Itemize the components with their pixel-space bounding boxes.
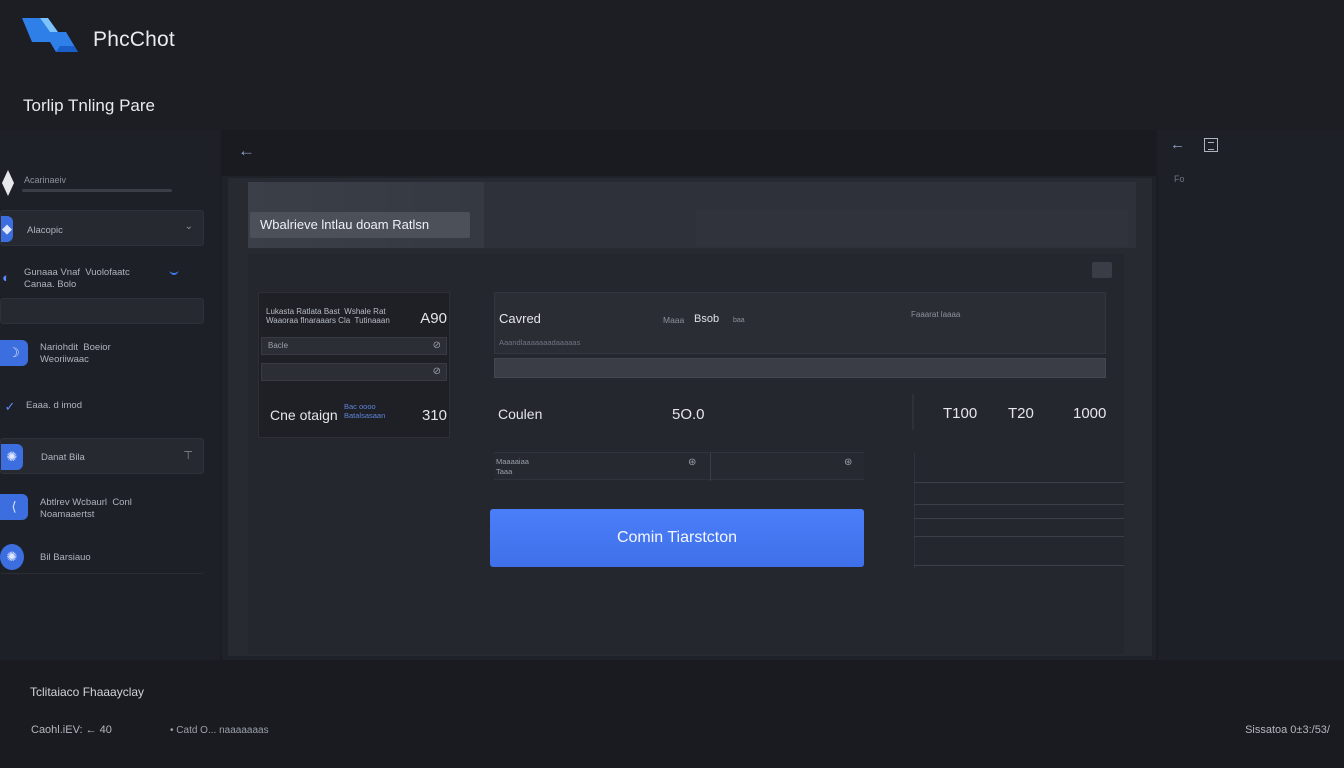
summary-row[interactable]: Bacle ⊘ — [261, 337, 447, 355]
sub-table-label: Maaaaiaa Taaa — [496, 457, 529, 476]
grid-line — [914, 565, 1124, 566]
right-panel-text: Fo — [1174, 174, 1185, 184]
sidebar-caption: Acarinaeiv — [24, 175, 67, 185]
sidebar-item-empty[interactable] — [0, 298, 204, 324]
grid-line — [914, 536, 1124, 537]
settings-icon[interactable]: ⊛ — [688, 457, 696, 468]
sidebar-item-label: Bil Barsiauo — [40, 552, 91, 563]
count-amount: 5O.0 — [672, 406, 705, 423]
summary-amount: A90 — [420, 310, 447, 327]
sidebar-item-label: Abtlrev Wcbaurl Conl Noamaaertst — [40, 497, 132, 520]
sidebar-item-nariohdit[interactable]: ☽ Nariohdit Boeior Weoriiwaac — [0, 338, 204, 368]
sidebar-item-gunaaa[interactable]: ◐ Gunaaa Vnaf Vuolofaatc Canaa. Bolo — [0, 262, 204, 296]
footer-title: Tclitaiaco Fhaaayclay — [30, 685, 145, 699]
chevron-down-icon[interactable]: ⌄ — [185, 221, 193, 232]
heart-icon[interactable] — [168, 270, 180, 278]
link-icon: ⟨ — [0, 494, 28, 520]
value-c: 1000 — [1073, 405, 1107, 422]
sidebar-item-alacopic[interactable]: ◆ Alacopic ⌄ — [0, 210, 204, 246]
grid-lines — [914, 452, 1124, 568]
summary-row[interactable]: ⊘ — [261, 363, 447, 381]
card-input-bar[interactable] — [494, 358, 1106, 378]
value-b: T20 — [1008, 405, 1034, 422]
divider — [912, 394, 914, 430]
app-logo-icon[interactable] — [22, 16, 82, 56]
trash-icon[interactable]: ⊤ — [183, 449, 193, 462]
check-icon: ✓ — [4, 399, 16, 414]
panel-corner-icon[interactable] — [1092, 262, 1112, 278]
main-content: ← Wbalrieve lntlau doam Ratlsn Lukasta R… — [222, 130, 1156, 660]
page-title: Torlip Tnling Pare — [23, 96, 155, 115]
count-label: Coulen — [498, 406, 543, 422]
globe-icon: ✺ — [1, 444, 23, 470]
globe-icon: ✺ — [0, 544, 24, 570]
grid-line — [914, 518, 1124, 519]
hero-right-field[interactable] — [696, 210, 1128, 246]
edit-icon[interactable]: ⊘ — [433, 340, 441, 351]
summary-total-sub: Bac oooo Batalsasaan — [344, 402, 386, 420]
hero-right — [484, 182, 1136, 248]
top-bar: PhcChot Torlip Tnling Pare — [0, 0, 1344, 130]
back-arrow-icon[interactable]: ← — [238, 141, 255, 161]
footer-left: Caohl.iEV: ← 40 — [31, 724, 112, 736]
payment-card: Wbalrieve lntlau doam Ratlsn Lukasta Rat… — [228, 178, 1152, 656]
edit-icon[interactable]: ⊘ — [433, 366, 441, 377]
hero-input[interactable]: Wbalrieve lntlau doam Ratlsn — [250, 212, 470, 238]
settings-icon[interactable]: ⊛ — [844, 457, 852, 468]
footer: Tclitaiaco Fhaaayclay Caohl.iEV: ← 40 • … — [0, 660, 1344, 768]
grid-line — [914, 482, 1124, 483]
chat-icon: ◐ — [2, 269, 10, 285]
sidebar-item-bil[interactable]: ✺ Bil Barsiauo — [0, 542, 204, 574]
sidebar-item-danat[interactable]: ✺ Danat Bila ⊤ — [0, 438, 204, 474]
sidebar-item-eaaa[interactable]: ✓ Eaaa. d imod — [0, 394, 204, 418]
summary-head: Lukasta Ratlata Bast Wshale Rat Waaoraa … — [266, 307, 390, 325]
sidebar-item-label: Nariohdit Boeior Weoriiwaac — [40, 342, 111, 365]
card-details-block: Cavred Maaa Bsob baa Faaarat laaaa Aaand… — [494, 292, 1106, 354]
summary-total-label: Cne otaign — [270, 407, 338, 423]
sidebar-item-label: Eaaa. d imod — [26, 400, 82, 411]
grid-line — [914, 504, 1124, 505]
sub-table: Maaaaiaa Taaa ⊛ ⊛ — [494, 452, 864, 481]
card-details-mid-value: Bsob — [694, 313, 720, 325]
card-details-sub: Aaandlaaaaaaadaaaaas — [499, 338, 581, 347]
card-details-right-label: Faaarat laaaa — [911, 310, 961, 319]
document-icon[interactable] — [1204, 138, 1218, 152]
sidebar-item-label: Alacopic — [27, 225, 63, 236]
summary-total-amount: 3​10 — [421, 407, 447, 424]
card-details-mid-extra: baa — [733, 317, 745, 324]
summary-row-label: Bacle — [268, 341, 289, 350]
sidebar-divider — [22, 189, 172, 192]
card-details-title: Cavred — [499, 311, 541, 326]
sidebar-item-abtlrev[interactable]: ⟨ Abtlrev Wcbaurl Conl Noamaaertst — [0, 492, 204, 524]
diamond-icon — [2, 170, 14, 196]
sidebar-item-label: Gunaaa Vnaf Vuolofaatc Canaa. Bolo — [24, 267, 130, 290]
right-panel: ← Fo — [1158, 130, 1344, 660]
divider — [710, 453, 711, 481]
main-header: ← — [222, 130, 1156, 176]
sidebar-item-label: Danat Bila — [41, 452, 85, 463]
grid-line — [914, 452, 915, 568]
footer-mid: • Catd O... naaaaaaas — [170, 725, 269, 736]
shield-icon: ◆ — [1, 216, 13, 242]
brand-name: PhcChot — [93, 28, 175, 51]
hero-strip: Wbalrieve lntlau doam Ratlsn — [248, 182, 1136, 248]
confirm-transaction-button[interactable]: Comin Tiarstcton — [490, 509, 864, 567]
footer-right: Sissatoa 0±3:/53/ — [1245, 724, 1330, 736]
value-a: T100 — [943, 405, 978, 422]
moon-icon: ☽ — [0, 340, 28, 366]
details-panel: Lukasta Ratlata Bast Wshale Rat Waaoraa … — [248, 254, 1124, 654]
card-details-mid-label: Maaa — [663, 315, 685, 325]
summary-table: Lukasta Ratlata Bast Wshale Rat Waaoraa … — [258, 292, 450, 438]
back-arrow-icon[interactable]: ← — [1170, 136, 1185, 153]
